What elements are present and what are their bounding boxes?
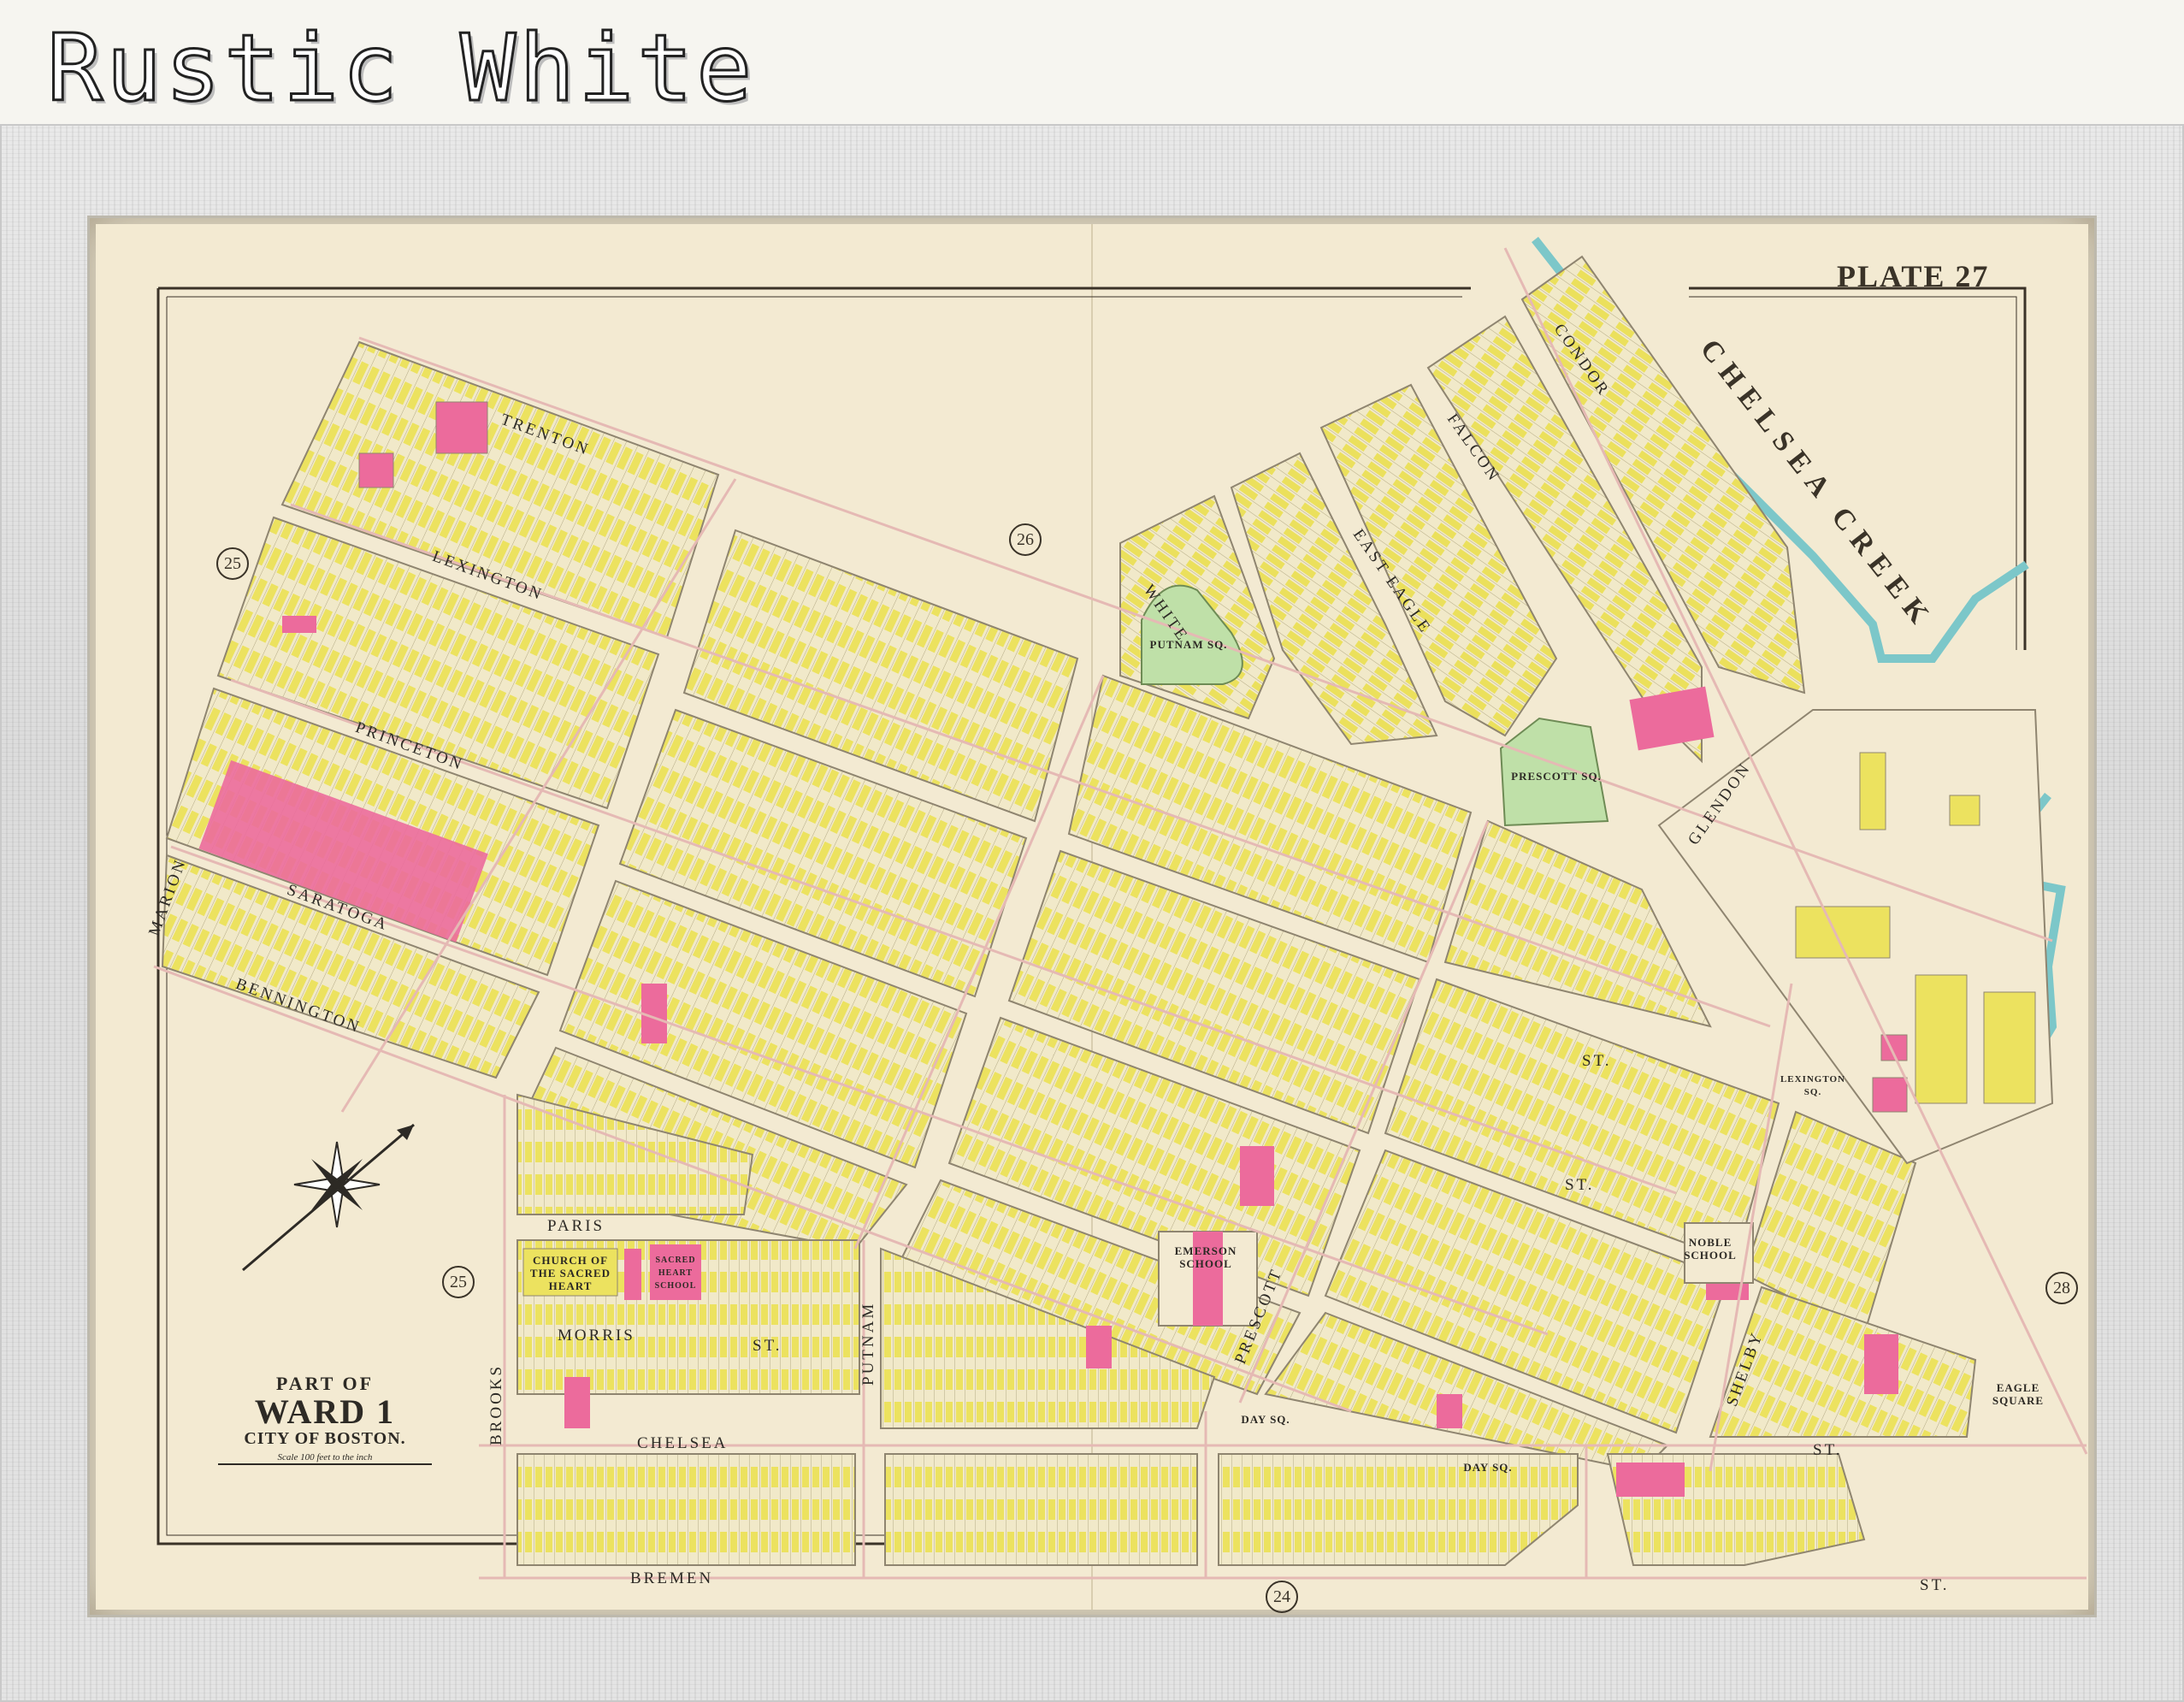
adjacent-plate-marker: 28 [2045, 1272, 2078, 1304]
place-church-sacred-heart: CHURCH OF THE SACRED HEART [529, 1254, 611, 1292]
street-suffix-st: ST. [1813, 1441, 1843, 1459]
plate-number: PLATE 27 [1837, 259, 1990, 293]
place-eagle-square: EAGLE SQUARE [1992, 1381, 2045, 1407]
street-suffix-st: ST. [1920, 1576, 1950, 1594]
adjacent-plate-marker: 24 [1266, 1581, 1298, 1613]
map-title-city: CITY OF BOSTON. [244, 1429, 406, 1448]
map-scale-note: Scale 100 feet to the inch [277, 1452, 373, 1463]
place-prescott-square: PRESCOTT SQ. [1511, 770, 1602, 783]
street-suffix-st: ST. [1582, 1052, 1612, 1070]
street-label-morris: MORRIS [558, 1327, 635, 1344]
place-sacred-heart-school: SACRED HEART SCHOOL [654, 1256, 697, 1291]
street-suffix-st: ST. [753, 1337, 782, 1355]
place-putnam-square: PUTNAM SQ. [1149, 638, 1228, 651]
map-title-ward: WARD 1 [254, 1392, 396, 1431]
street-label-bremen: BREMEN [630, 1569, 714, 1587]
street-label-brooks: BROOKS [487, 1363, 505, 1445]
adjacent-plate-marker: 26 [1009, 523, 1042, 556]
place-noble-school: NOBLE SCHOOL [1684, 1236, 1737, 1262]
map-title-block: PART OF WARD 1 CITY OF BOSTON. Scale 100… [214, 1373, 436, 1463]
street-label-chelsea: CHELSEA [637, 1434, 729, 1452]
street-label-paris: PARIS [547, 1217, 605, 1235]
place-lexington-square: LEXINGTON SQ. [1780, 1074, 1846, 1097]
adjacent-plate-marker: 25 [442, 1266, 475, 1298]
adjacent-plate-marker: 25 [216, 547, 249, 580]
street-suffix-st: ST. [1565, 1176, 1595, 1194]
street-label-putnam: PUTNAM [859, 1301, 877, 1386]
place-day-square: DAY SQ. [1241, 1413, 1290, 1426]
place-emerson-school: EMERSON SCHOOL [1174, 1244, 1237, 1270]
place-day-square-east: DAY SQ. [1463, 1461, 1513, 1474]
